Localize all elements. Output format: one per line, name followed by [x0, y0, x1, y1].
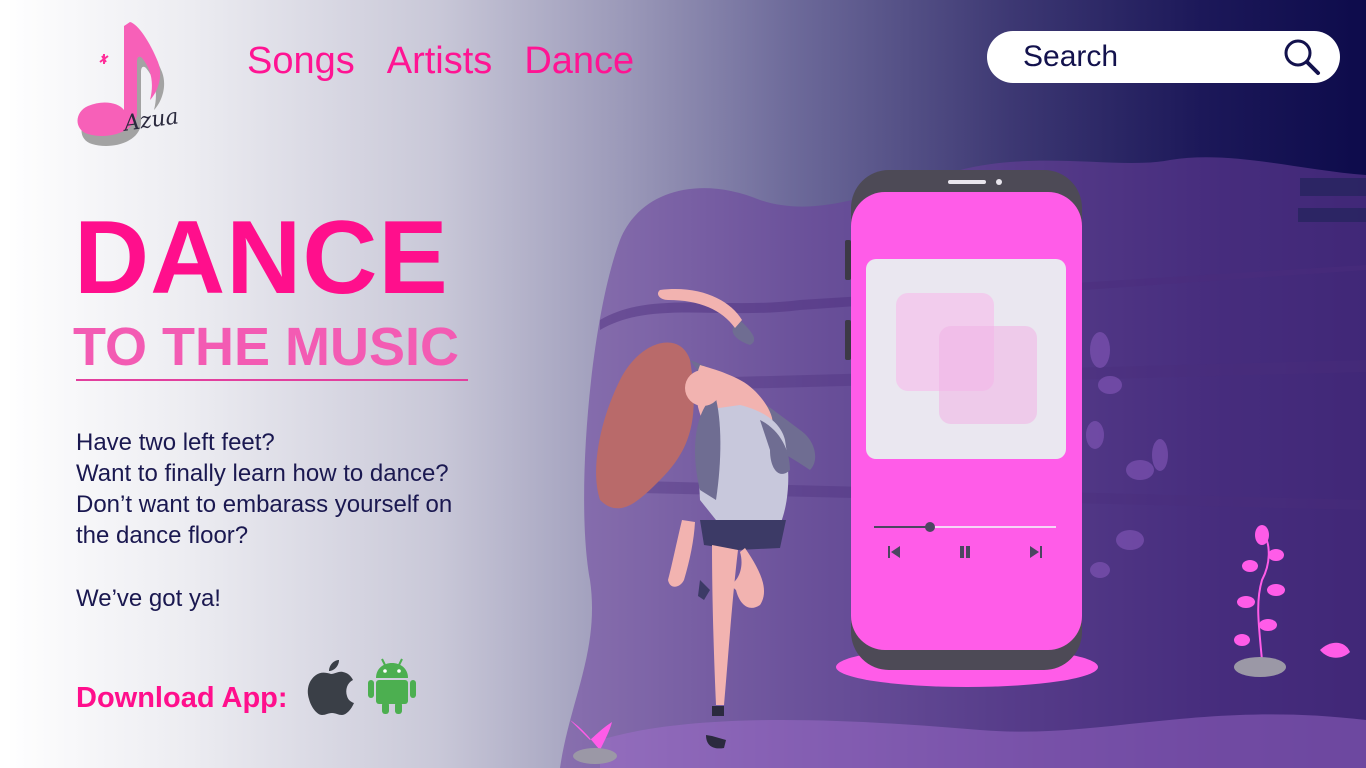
left-edge-strip: [0, 0, 10, 768]
nav-dance-link[interactable]: Dance: [524, 40, 634, 83]
body-line: the dance floor?: [76, 522, 249, 549]
nav-songs-link[interactable]: Songs: [247, 40, 355, 83]
main-nav: Songs Artists Dance: [247, 40, 634, 83]
body-line: Don’t want to embarass yourself on: [76, 491, 453, 518]
hero-divider: [76, 379, 468, 381]
android-icon: [368, 658, 416, 714]
dancer-phone-illustration: [560, 157, 1366, 768]
player-progress-track[interactable]: [874, 522, 1056, 532]
skip-back-icon: [888, 546, 900, 558]
search-icon: [1284, 39, 1320, 75]
search-input[interactable]: [1021, 39, 1282, 75]
apple-icon: [307, 660, 354, 715]
download-label: Download App:: [76, 682, 288, 714]
previous-track-button[interactable]: [884, 542, 904, 562]
search-bar: [987, 31, 1340, 83]
hero-subtitle: TO THE MUSIC: [73, 317, 460, 377]
search-button[interactable]: [1282, 37, 1322, 77]
android-store-button[interactable]: [366, 656, 418, 716]
skip-forward-icon: [1030, 546, 1042, 558]
hero-body-copy: Have two left feet? Want to finally lear…: [76, 427, 516, 551]
nav-artists-link[interactable]: Artists: [387, 40, 493, 83]
pause-button[interactable]: [955, 542, 975, 562]
hero-title: DANCE: [74, 200, 449, 316]
body-line: Have two left feet?: [76, 429, 275, 456]
player-progress-fill: [874, 526, 931, 528]
next-track-button[interactable]: [1026, 542, 1046, 562]
apple-store-button[interactable]: [305, 656, 357, 716]
pause-icon: [960, 546, 970, 558]
body-line: Want to finally learn how to dance?: [76, 460, 449, 487]
hero-tagline: We’ve got ya!: [76, 585, 221, 612]
